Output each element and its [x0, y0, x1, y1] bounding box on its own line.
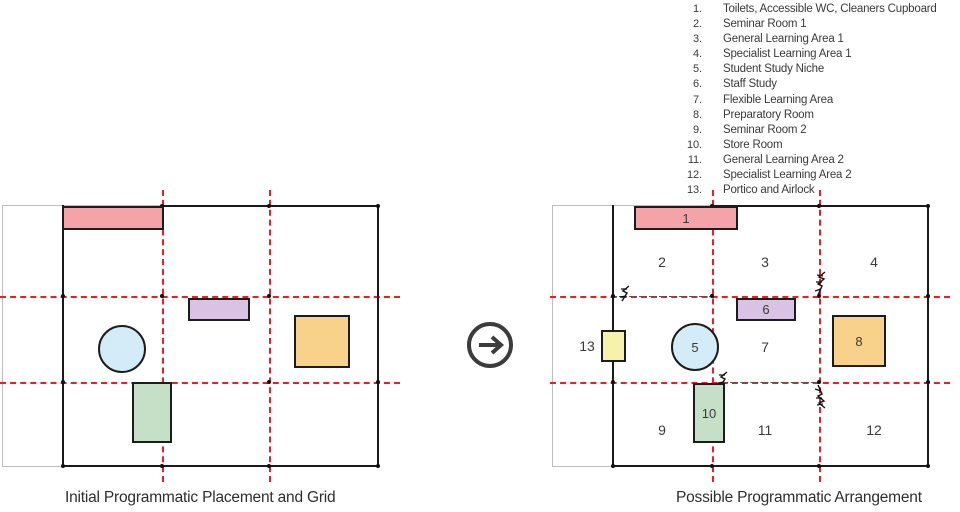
legend-number: 11.	[687, 153, 702, 166]
building-edge-left	[62, 205, 64, 467]
zone-label-13: 13	[579, 338, 595, 354]
legend-number: 7.	[693, 93, 702, 106]
grid-node	[611, 464, 615, 468]
legend-number: 10.	[687, 138, 702, 151]
initial-placement-diagram	[0, 180, 402, 482]
program-shape-preparatory-room[interactable]: 8	[832, 315, 886, 367]
shape-label: 5	[691, 339, 699, 355]
grid-node	[926, 380, 930, 384]
grid-line-vertical-2	[819, 190, 821, 482]
grid-node	[611, 294, 615, 298]
list-item: 11. General Learning Area 2	[676, 153, 960, 168]
program-shape-preparatory-room[interactable]	[294, 315, 350, 368]
legend-label: Seminar Room 2	[723, 123, 807, 136]
grid-node	[710, 294, 714, 298]
grid-node	[267, 204, 271, 208]
grid-node	[61, 294, 65, 298]
list-item: 9. Seminar Room 2	[676, 123, 960, 138]
list-item: 7. Flexible Learning Area	[676, 93, 960, 108]
program-shape-study-niche[interactable]: 5	[671, 323, 719, 371]
grid-node	[926, 294, 930, 298]
grid-line-vertical-2	[269, 190, 271, 482]
zone-label-4: 4	[870, 254, 878, 270]
grid-node	[61, 464, 65, 468]
grid-node	[160, 294, 164, 298]
grid-node	[376, 204, 380, 208]
list-item: 4. Specialist Learning Area 1	[676, 47, 960, 62]
program-shape-staff-study[interactable]: 6	[736, 298, 796, 321]
shape-label: 10	[701, 405, 717, 421]
legend-number: 9.	[693, 123, 702, 136]
grid-node	[267, 380, 271, 384]
caption-left-diagram: Initial Programmatic Placement and Grid	[65, 489, 336, 506]
caption-right-diagram: Possible Programmatic Arrangement	[676, 489, 922, 506]
legend-number: 1.	[693, 3, 702, 15]
program-shape-staff-study[interactable]	[188, 298, 250, 321]
break-mark-icon	[812, 271, 832, 297]
grid-node	[376, 464, 380, 468]
legend-label: Store Room	[723, 138, 783, 151]
shape-label: 1	[682, 210, 690, 226]
grid-node	[817, 464, 821, 468]
grid-node	[926, 464, 930, 468]
grid-node	[710, 464, 714, 468]
grid-node	[926, 204, 930, 208]
legend-number: 8.	[693, 108, 702, 121]
grid-node	[817, 204, 821, 208]
list-item: 2. Seminar Room 1	[676, 17, 960, 32]
legend-number: 6.	[693, 78, 702, 91]
legend-label: Student Study Niche	[723, 63, 825, 76]
break-mark-icon	[618, 281, 638, 307]
grid-node	[160, 464, 164, 468]
grid-node	[611, 380, 615, 384]
shape-label: 6	[762, 302, 770, 317]
legend-label: Toilets, Accessible WC, Cleaners Cupboar…	[723, 3, 937, 15]
grid-line-horizontal-2	[0, 382, 400, 384]
zone-label-11: 11	[757, 422, 773, 438]
program-shape-study-niche[interactable]	[98, 325, 146, 373]
program-shape-toilets[interactable]: 1	[634, 206, 738, 230]
legend-label: Preparatory Room	[723, 108, 814, 121]
legend-number: 3.	[693, 33, 702, 46]
building-edge-right	[927, 205, 929, 467]
legend-label: General Learning Area 2	[723, 153, 844, 166]
legend-label: Seminar Room 1	[723, 18, 807, 31]
zone-label-12: 12	[866, 422, 882, 438]
list-item: 10. Store Room	[676, 138, 960, 153]
grid-node	[267, 464, 271, 468]
list-item: 6. Staff Study	[676, 77, 960, 92]
break-mark-icon	[812, 383, 832, 409]
possible-arrangement-diagram: 2 3 4 7 9 11 12 13 1 6 5 8 10	[550, 180, 952, 482]
program-shape-store-room[interactable]	[132, 382, 172, 443]
building-edge-bottom	[612, 465, 929, 468]
legend-label: General Learning Area 1	[723, 33, 844, 46]
transform-arrow-icon	[463, 318, 517, 372]
building-edge-right	[377, 205, 379, 467]
building-edge-bottom	[62, 465, 379, 468]
zone-label-7: 7	[761, 339, 769, 355]
grid-node	[61, 380, 65, 384]
list-item: 8. Preparatory Room	[676, 108, 960, 123]
legend-number: 2.	[693, 18, 702, 31]
program-shape-toilets[interactable]	[62, 206, 164, 230]
legend-label: Specialist Learning Area 1	[723, 48, 852, 61]
list-item: 1. Toilets, Accessible WC, Cleaners Cupb…	[676, 2, 960, 17]
legend-label: Staff Study	[723, 78, 777, 91]
list-item: 5. Student Study Niche	[676, 62, 960, 77]
grid-node	[376, 380, 380, 384]
legend-number: 4.	[693, 48, 702, 61]
program-shape-portico-airlock[interactable]	[601, 330, 626, 362]
zone-label-3: 3	[761, 254, 769, 270]
grid-node	[267, 294, 271, 298]
legend-label: Flexible Learning Area	[723, 93, 834, 106]
zone-label-9: 9	[658, 422, 666, 438]
legend-number: 5.	[693, 63, 702, 76]
list-item: 3. General Learning Area 1	[676, 32, 960, 47]
shape-label: 8	[855, 333, 863, 349]
zone-label-2: 2	[658, 254, 666, 270]
program-shape-store-room[interactable]: 10	[693, 383, 725, 443]
room-schedule-legend: 1. Toilets, Accessible WC, Cleaners Cupb…	[676, 2, 960, 198]
